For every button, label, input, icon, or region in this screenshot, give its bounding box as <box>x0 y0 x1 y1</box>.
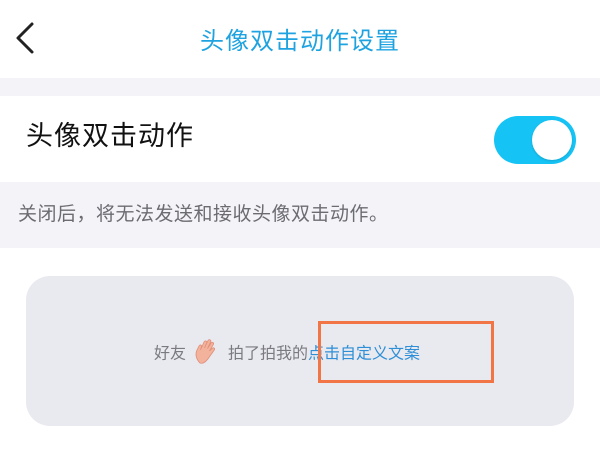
preview-message: 好友 拍了拍我的点击自定义文案 <box>154 339 420 369</box>
screen: 头像双击动作设置 头像双击动作 关闭后，将无法发送和接收头像双击动作。 好友 拍… <box>0 0 600 450</box>
header-bar: 头像双击动作设置 <box>0 0 600 78</box>
avatar-double-tap-toggle[interactable] <box>494 116 576 164</box>
customize-text-link[interactable]: 点击自定义文案 <box>308 344 420 363</box>
page-title: 头像双击动作设置 <box>200 27 400 55</box>
toggle-knob <box>532 120 572 160</box>
preview-middle: 拍了拍我的 <box>228 343 309 363</box>
preview-section: 好友 拍了拍我的点击自定义文案 <box>0 248 600 450</box>
setting-label: 头像双击动作 <box>26 121 194 152</box>
setting-description: 关闭后，将无法发送和接收头像双击动作。 <box>18 203 389 225</box>
preview-card: 好友 拍了拍我的点击自定义文案 <box>26 276 574 426</box>
preview-prefix: 好友 <box>154 343 187 363</box>
waving-hand-icon <box>192 337 222 367</box>
setting-row-avatar-double-tap: 头像双击动作 <box>0 96 600 182</box>
